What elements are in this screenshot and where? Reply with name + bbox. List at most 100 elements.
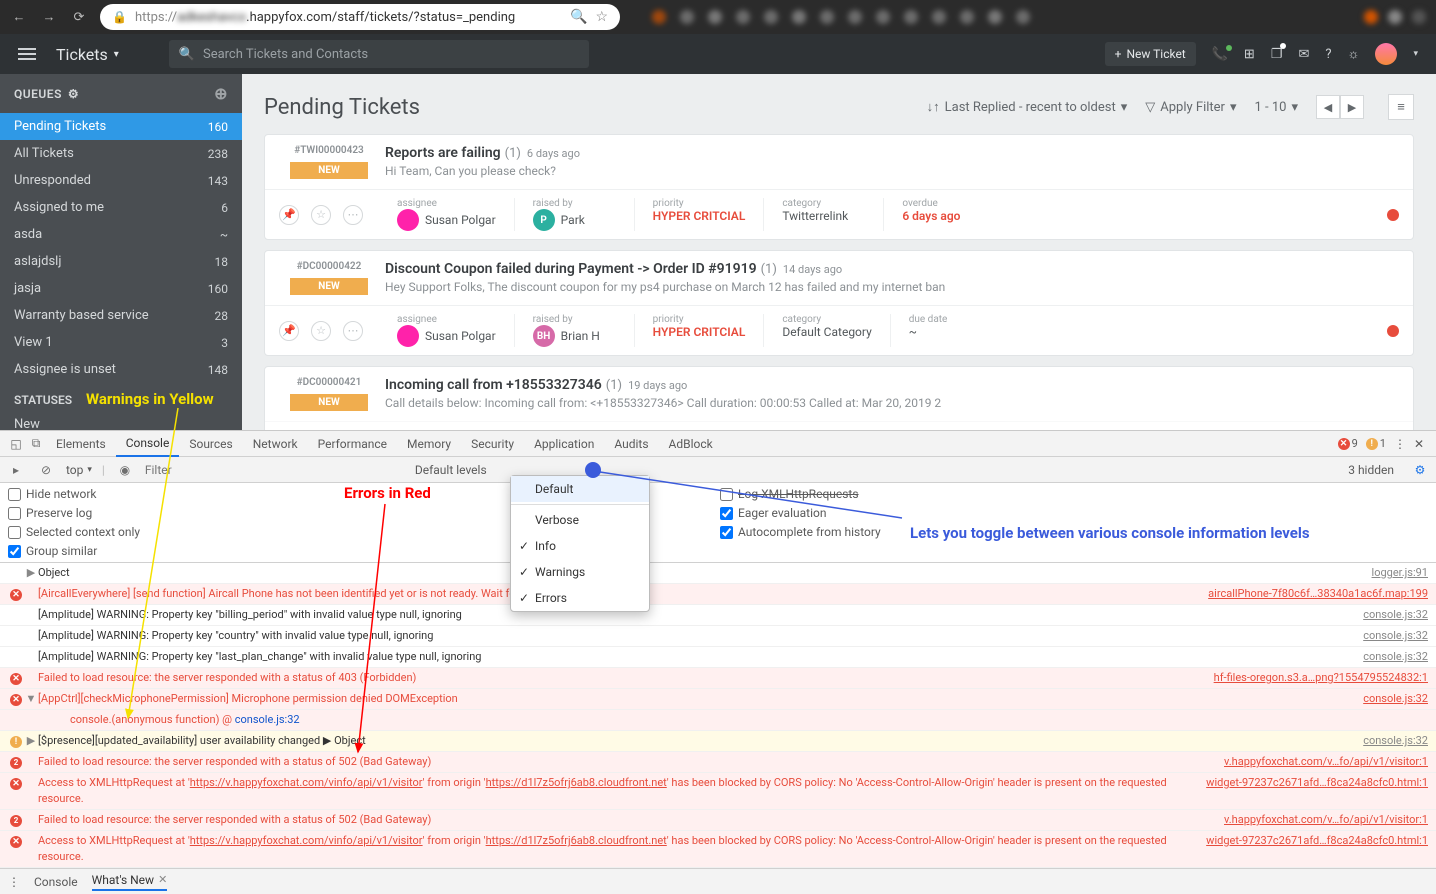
- devtools-tab[interactable]: Elements: [46, 431, 116, 457]
- reload-button[interactable]: ⟳: [70, 8, 88, 26]
- eye-icon[interactable]: ◉: [115, 463, 135, 477]
- console-line[interactable]: ✕[AircallEverywhere] [send function] Air…: [0, 584, 1436, 605]
- avatar[interactable]: [1375, 43, 1397, 65]
- queue-item[interactable]: All Tickets238: [0, 140, 242, 167]
- devtools-tab[interactable]: Sources: [179, 431, 242, 457]
- console-line[interactable]: [Amplitude] WARNING: Property key "billi…: [0, 605, 1436, 626]
- queue-item[interactable]: View 13: [0, 329, 242, 356]
- console-option[interactable]: Autocomplete from history: [720, 525, 881, 539]
- search-input[interactable]: 🔍 Search Tickets and Contacts: [169, 40, 589, 68]
- console-line[interactable]: ✕Failed to load resource: the server res…: [0, 668, 1436, 689]
- page-range[interactable]: 1 - 10 ▾: [1255, 100, 1299, 115]
- star-icon[interactable]: ☆: [311, 321, 331, 341]
- more-icon[interactable]: ⋯: [343, 321, 363, 341]
- devtools-tab[interactable]: Application: [524, 431, 604, 457]
- levels-dropdown[interactable]: Default levels: [415, 463, 487, 477]
- queue-item[interactable]: Assigned to me6: [0, 194, 242, 221]
- menu-icon[interactable]: [18, 48, 36, 60]
- devtools-tab[interactable]: Security: [461, 431, 524, 457]
- devtools-tab[interactable]: Console: [116, 431, 180, 457]
- pin-icon[interactable]: 📌: [279, 321, 299, 341]
- filter-input[interactable]: [145, 463, 405, 477]
- sort-dropdown[interactable]: ↓↑ Last Replied - recent to oldest ▾: [927, 99, 1128, 115]
- console-line[interactable]: console.(anonymous function) @ console.j…: [0, 710, 1436, 731]
- console-option[interactable]: Log XMLHttpRequests: [720, 487, 881, 501]
- queue-item[interactable]: Assignee is unset148: [0, 356, 242, 383]
- levels-menu-item[interactable]: Verbose: [511, 507, 649, 533]
- queue-item[interactable]: Pending Tickets160: [0, 113, 242, 140]
- console-option[interactable]: Hide network: [8, 487, 140, 501]
- more-icon[interactable]: ⋮: [1394, 437, 1406, 451]
- ticket-card[interactable]: #DC00000421NEW Incoming call from +18553…: [264, 366, 1414, 430]
- gear-icon[interactable]: ⚙: [68, 87, 79, 101]
- star-icon[interactable]: ☆: [311, 205, 331, 225]
- console-line[interactable]: !▶[$presence][updated_availability] user…: [0, 731, 1436, 752]
- inbox-icon[interactable]: ✉: [1298, 47, 1309, 62]
- levels-menu-item[interactable]: Warnings: [511, 559, 649, 585]
- map-icon[interactable]: ⊞: [1244, 47, 1255, 62]
- devtools-tab[interactable]: Memory: [397, 431, 461, 457]
- address-bar[interactable]: 🔒 https://adkeshavco.happyfox.com/staff/…: [100, 4, 620, 30]
- status-dot: [1387, 209, 1399, 221]
- close-icon[interactable]: ✕: [158, 873, 167, 886]
- sidebar-toggle-icon[interactable]: ▸: [6, 463, 26, 477]
- queue-item[interactable]: aslajdslj18: [0, 248, 242, 275]
- content-title: Pending Tickets: [264, 95, 420, 120]
- inspect-icon[interactable]: ◱: [6, 437, 26, 451]
- console-line[interactable]: ▶Objectlogger.js:91: [0, 563, 1436, 584]
- queue-item[interactable]: Warranty based service28: [0, 302, 242, 329]
- devtools-tab[interactable]: AdBlock: [659, 431, 723, 457]
- next-page-button[interactable]: ▶: [1340, 95, 1364, 119]
- error-count-badge[interactable]: ✕9: [1338, 437, 1358, 450]
- settings-gear-icon[interactable]: ⚙: [1410, 463, 1430, 477]
- context-selector[interactable]: top ▾: [66, 463, 92, 477]
- levels-menu-item[interactable]: Errors: [511, 585, 649, 611]
- status-item[interactable]: New: [0, 411, 242, 430]
- devtools-tab[interactable]: Performance: [308, 431, 397, 457]
- console-line[interactable]: 2Failed to load resource: the server res…: [0, 810, 1436, 831]
- console-line[interactable]: ✕▼[AppCtrl][checkMicrophonePermission] M…: [0, 689, 1436, 710]
- queue-item[interactable]: asda~: [0, 221, 242, 248]
- drawer-menu-icon[interactable]: ⋮: [8, 875, 20, 889]
- page-title[interactable]: Tickets ▾: [56, 45, 119, 64]
- more-icon[interactable]: ⋯: [343, 205, 363, 225]
- console-line[interactable]: [Amplitude] WARNING: Property key "count…: [0, 626, 1436, 647]
- console-line[interactable]: [Amplitude] WARNING: Property key "last_…: [0, 647, 1436, 668]
- star-icon[interactable]: ☆: [595, 9, 608, 25]
- console-line[interactable]: 2Failed to load resource: the server res…: [0, 752, 1436, 773]
- filter-dropdown[interactable]: ▽ Apply Filter ▾: [1145, 100, 1236, 115]
- help-icon[interactable]: ?: [1325, 47, 1331, 62]
- ticket-card[interactable]: #TWI00000423NEW Reports are failing(1)6 …: [264, 134, 1414, 240]
- console-option[interactable]: Preserve log: [8, 506, 140, 520]
- drawer-tab-whatsnew[interactable]: What's New ✕: [92, 873, 168, 891]
- console-line[interactable]: ✕Access to XMLHttpRequest at 'https://v.…: [0, 831, 1436, 868]
- ticket-card[interactable]: #DC00000422NEW Discount Coupon failed du…: [264, 250, 1414, 356]
- settings-icon[interactable]: ☼: [1348, 46, 1360, 62]
- levels-menu-item[interactable]: Default: [511, 476, 649, 502]
- clear-console-icon[interactable]: ⊘: [36, 463, 56, 477]
- queue-item[interactable]: Unresponded143: [0, 167, 242, 194]
- console-line[interactable]: ✕Access to XMLHttpRequest at 'https://v.…: [0, 773, 1436, 810]
- console-option[interactable]: Group similar: [8, 544, 140, 558]
- add-queue-button[interactable]: ⊕: [214, 84, 228, 103]
- drawer-tab-console[interactable]: Console: [34, 875, 78, 889]
- phone-icon[interactable]: 📞: [1212, 47, 1228, 62]
- back-button[interactable]: ←: [10, 8, 28, 26]
- warn-count-badge[interactable]: !1: [1366, 437, 1386, 450]
- close-devtools-icon[interactable]: ✕: [1414, 437, 1424, 451]
- devtools-tab[interactable]: Audits: [604, 431, 658, 457]
- new-ticket-button[interactable]: + New Ticket: [1105, 42, 1196, 66]
- console-option[interactable]: Selected context only: [8, 525, 140, 539]
- console-option[interactable]: Eager evaluation: [720, 506, 881, 520]
- search-icon[interactable]: 🔍: [570, 9, 587, 25]
- levels-menu-item[interactable]: Info: [511, 533, 649, 559]
- devtools-tab[interactable]: Network: [243, 431, 308, 457]
- copy-icon[interactable]: ❐: [1271, 47, 1283, 62]
- device-icon[interactable]: ⧉: [26, 436, 46, 451]
- forward-button[interactable]: →: [40, 8, 58, 26]
- queue-item[interactable]: jasja160: [0, 275, 242, 302]
- pin-icon[interactable]: 📌: [279, 205, 299, 225]
- prev-page-button[interactable]: ◀: [1316, 95, 1340, 119]
- hidden-count[interactable]: 3 hidden: [1348, 463, 1394, 477]
- list-view-button[interactable]: ≡: [1388, 94, 1414, 120]
